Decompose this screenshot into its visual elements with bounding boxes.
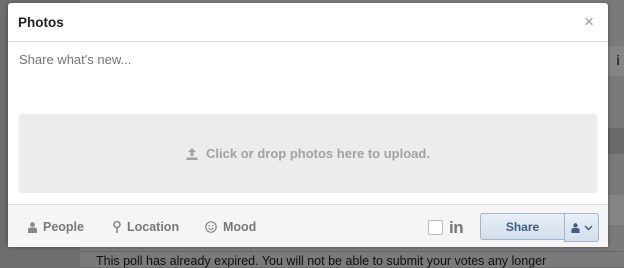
linkedin-icon: in xyxy=(449,218,464,237)
location-label: Location xyxy=(127,220,180,234)
person-icon xyxy=(570,222,580,233)
map-pin-icon xyxy=(113,221,121,233)
share-button[interactable]: Share xyxy=(480,213,564,240)
photos-dialog: Photos × Click or drop photos here to up… xyxy=(8,3,608,247)
person-icon xyxy=(28,221,37,233)
background-strip xyxy=(606,195,624,225)
linkedin-share-checkbox[interactable] xyxy=(428,220,443,235)
photo-dropzone[interactable]: Click or drop photos here to upload. xyxy=(19,114,597,193)
add-mood-button[interactable]: Mood xyxy=(205,220,256,234)
background-strip xyxy=(606,46,624,76)
dialog-header: Photos × xyxy=(8,3,608,42)
background-divider xyxy=(80,251,624,252)
poll-expired-notice: This poll has already expired. You will … xyxy=(96,254,547,268)
people-label: People xyxy=(43,220,84,234)
background-side-marker: i xyxy=(616,52,620,68)
dialog-footer: People Location Mood in Share xyxy=(8,204,608,247)
dropzone-label: Click or drop photos here to upload. xyxy=(206,146,430,161)
status-input[interactable] xyxy=(19,52,579,67)
add-location-button[interactable]: Location xyxy=(113,220,179,234)
smiley-icon xyxy=(205,221,217,233)
upload-icon xyxy=(186,147,198,160)
background-strip xyxy=(606,128,624,154)
dialog-title: Photos xyxy=(18,15,64,30)
audience-dropdown-button[interactable] xyxy=(564,213,599,242)
dropzone-content: Click or drop photos here to upload. xyxy=(186,146,430,161)
tag-people-button[interactable]: People xyxy=(28,220,84,234)
mood-label: Mood xyxy=(223,220,257,234)
chevron-down-icon xyxy=(584,225,592,230)
close-button[interactable]: × xyxy=(580,13,598,31)
